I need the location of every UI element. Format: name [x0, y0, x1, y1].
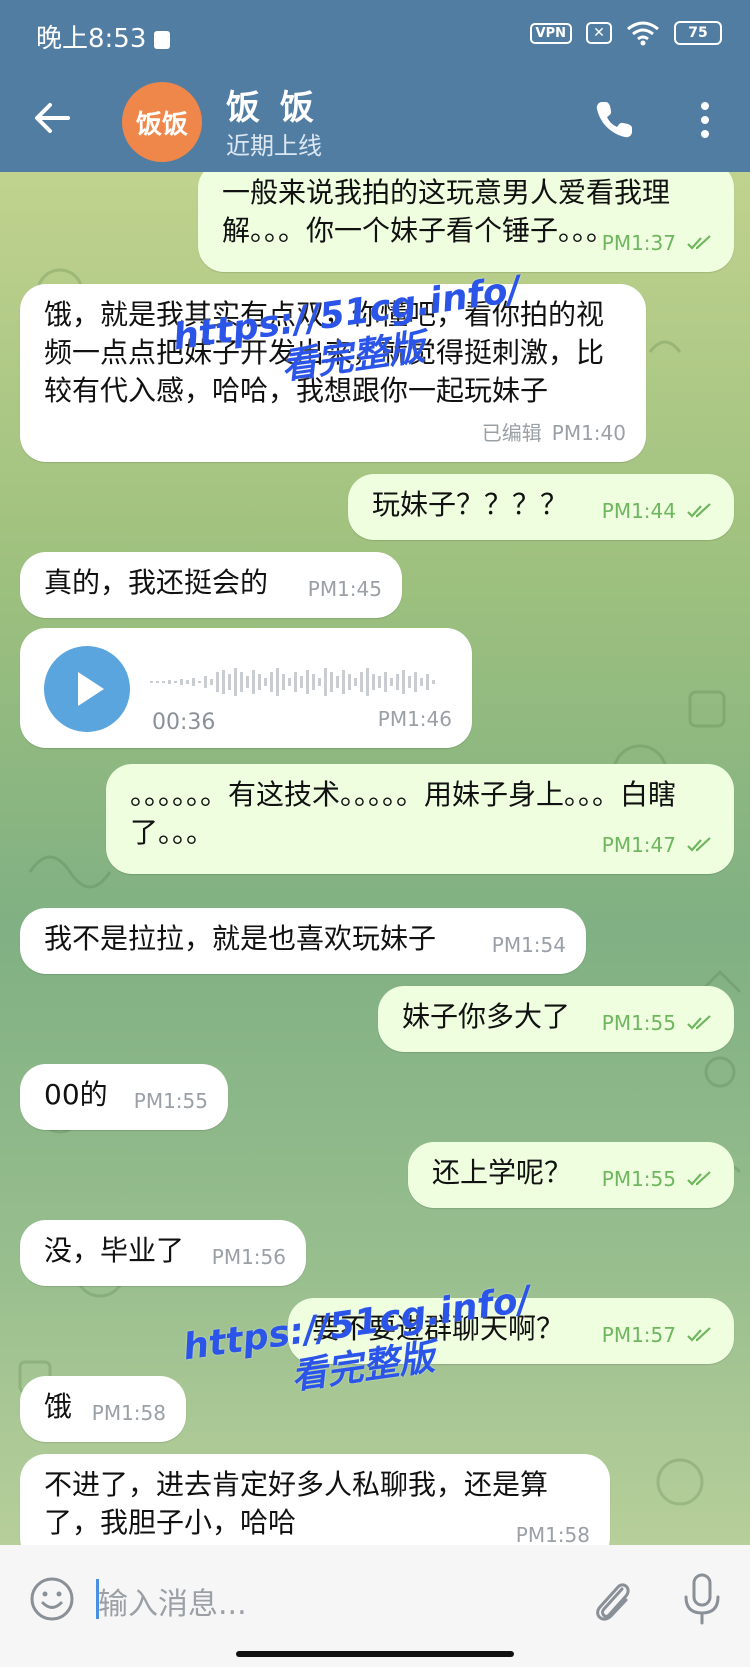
status-bar: 晚上8:53 VPN ✕ 75 [0, 0, 750, 72]
message-meta: PM1:54 [492, 926, 566, 964]
more-vert-icon[interactable] [690, 96, 720, 144]
message-meta: PM1:45 [308, 570, 382, 608]
message-text: 我不是拉拉，就是也喜欢玩妹子 [44, 922, 437, 955]
double-check-icon [687, 1171, 711, 1186]
play-icon [78, 672, 104, 706]
double-check-icon [687, 837, 711, 852]
message-time: PM1:56 [211, 1245, 286, 1269]
message-time: PM1:55 [601, 1167, 676, 1191]
message-meta: PM1:46 [378, 700, 452, 738]
message-time: PM1:57 [601, 1323, 676, 1347]
message-time: PM1:58 [515, 1523, 590, 1545]
message-bubble-incoming[interactable]: 饿 PM1:58 [20, 1376, 186, 1442]
message-meta: PM1:55 [134, 1082, 208, 1120]
message-time: PM1:45 [307, 577, 382, 601]
chat-title[interactable]: 饭 饭 [226, 80, 318, 129]
emoji-icon[interactable] [28, 1575, 76, 1623]
message-bubble-outgoing[interactable]: 一般来说我拍的这玩意男人爱看我理解。。。你一个妹子看个锤子。。。 PM1:37 [198, 172, 734, 272]
status-icons: VPN ✕ 75 [529, 20, 722, 46]
play-button[interactable] [44, 646, 130, 732]
message-time: PM1:54 [491, 933, 566, 957]
message-bubble-outgoing[interactable]: 。。。。。。有这技术。。。。。用妹子身上。。。白瞎了。。。 PM1:47 [106, 764, 734, 874]
status-time: 晚上8:53 [36, 18, 171, 55]
phone-icon[interactable] [590, 96, 638, 144]
status-time-text: 晚上8:53 [36, 24, 147, 54]
message-bubble-outgoing[interactable]: 玩妹子？？？？ PM1:44 [348, 474, 734, 540]
message-input[interactable]: 输入消息... [98, 1579, 247, 1623]
message-time: PM1:55 [601, 1011, 676, 1035]
message-meta: PM1:58 [92, 1394, 166, 1432]
message-bubble-incoming[interactable]: 00的 PM1:55 [20, 1064, 228, 1130]
message-meta: PM1:37 [602, 224, 714, 262]
paperclip-icon[interactable] [588, 1573, 636, 1627]
message-text: 不进了，进去肯定好多人私聊我，还是算了，我胆子小，哈哈 [44, 1468, 549, 1539]
message-time: PM1:40 [551, 421, 626, 445]
message-meta: PM1:57 [602, 1316, 714, 1354]
wifi-icon [627, 21, 659, 46]
back-arrow-icon[interactable] [28, 94, 76, 142]
double-check-icon [687, 503, 711, 518]
notification-icon [154, 31, 171, 49]
message-meta: PM1:55 [602, 1160, 714, 1198]
message-bubble-incoming[interactable]: 没，毕业了 PM1:56 [20, 1220, 306, 1286]
message-bubble-incoming[interactable]: 不进了，进去肯定好多人私聊我，还是算了，我胆子小，哈哈 PM1:58 [20, 1454, 610, 1545]
voice-duration: 00:36 [152, 710, 216, 735]
voice-waveform[interactable] [150, 662, 440, 702]
edited-label: 已编辑 [481, 421, 542, 445]
message-time: PM1:37 [601, 231, 676, 255]
double-check-icon [687, 235, 711, 250]
composer-bar: 输入消息... [0, 1545, 750, 1667]
message-bubble-incoming[interactable]: 真的，我还挺会的 PM1:45 [20, 552, 402, 618]
avatar[interactable]: 饭饭 [122, 82, 202, 162]
message-meta: PM1:58 [516, 1516, 590, 1545]
message-time: PM1:44 [601, 499, 676, 523]
message-meta: 已编辑 PM1:40 [482, 414, 626, 452]
voice-message-bubble[interactable]: 00:36 PM1:46 [20, 628, 472, 748]
message-time: PM1:58 [91, 1401, 166, 1425]
home-indicator[interactable] [236, 1651, 514, 1657]
message-meta: PM1:47 [602, 826, 714, 864]
message-bubble-outgoing[interactable]: 还上学呢？ PM1:55 [408, 1142, 734, 1208]
message-time: PM1:47 [601, 833, 676, 857]
message-bubble-outgoing[interactable]: 妹子你多大了 PM1:55 [378, 986, 734, 1052]
message-time: PM1:46 [377, 707, 452, 731]
battery-icon: 75 [674, 21, 722, 45]
double-check-icon [687, 1327, 711, 1342]
message-bubble-incoming[interactable]: 我不是拉拉，就是也喜欢玩妹子 PM1:54 [20, 908, 586, 974]
last-seen-status: 近期上线 [226, 132, 322, 160]
chat-header: 饭饭 饭 饭 近期上线 [0, 72, 750, 172]
message-time: PM1:55 [133, 1089, 208, 1113]
message-meta: PM1:44 [602, 492, 714, 530]
message-meta: PM1:55 [602, 1004, 714, 1042]
microphone-icon[interactable] [678, 1571, 726, 1627]
message-meta: PM1:56 [212, 1238, 286, 1276]
sim-off-icon: ✕ [586, 22, 612, 44]
vpn-icon: VPN [529, 22, 572, 44]
double-check-icon [687, 1015, 711, 1030]
message-list[interactable]: 一般来说我拍的这玩意男人爱看我理解。。。你一个妹子看个锤子。。。 PM1:37 … [0, 172, 750, 1545]
